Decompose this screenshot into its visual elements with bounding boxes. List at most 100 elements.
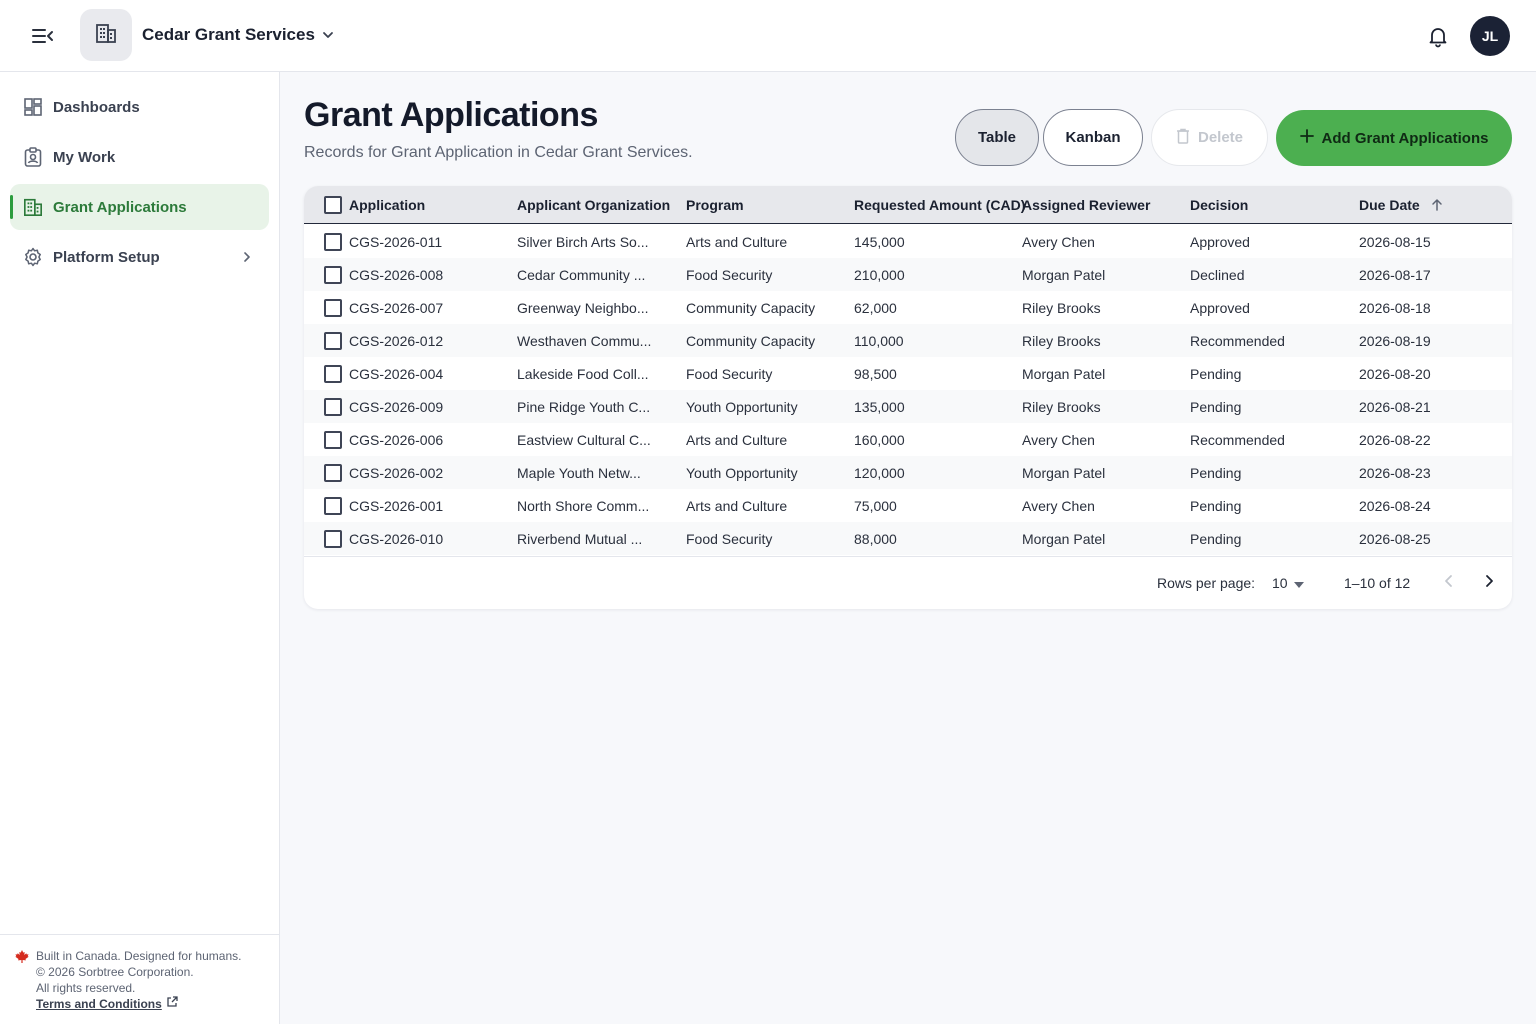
cell-organization: Westhaven Commu... [517, 333, 652, 349]
cell-reviewer: Avery Chen [1022, 234, 1095, 250]
sidebar-item-label: Grant Applications [53, 198, 187, 216]
rows-per-page-select[interactable]: 10 [1272, 575, 1304, 591]
column-header[interactable]: Program [686, 197, 744, 213]
column-header[interactable]: Due Date [1359, 197, 1420, 213]
delete-button[interactable]: Delete [1151, 109, 1268, 166]
cell-due-date: 2026-08-15 [1359, 234, 1431, 250]
delete-label: Delete [1197, 129, 1244, 146]
add-grant-application-button[interactable]: Add Grant Applications [1276, 110, 1512, 166]
table-row[interactable]: CGS-2026-004 Lakeside Food Coll... Food Se… [304, 357, 1512, 390]
cell-program: Youth Opportunity [686, 399, 798, 415]
user-avatar[interactable]: JL [1470, 16, 1510, 56]
rows-per-page-label: Rows per page: [1157, 575, 1256, 591]
sidebar-item-dashboards[interactable]: Dashboards [10, 84, 269, 130]
cell-due-date: 2026-08-23 [1359, 465, 1431, 481]
kanban-view-button[interactable]: Kanban [1043, 109, 1143, 166]
row-checkbox[interactable] [324, 365, 342, 383]
table-row[interactable]: CGS-2026-010 Riverbend Mutual ... Food Sec… [304, 522, 1512, 555]
org-logo[interactable] [80, 9, 132, 61]
sidebar-item-label: My Work [53, 148, 116, 166]
select-all-checkbox[interactable] [324, 196, 342, 214]
building-icon [95, 22, 117, 49]
cell-application: CGS-2026-002 [349, 465, 444, 481]
row-checkbox[interactable] [324, 332, 342, 350]
cell-amount: 210,000 [854, 267, 905, 283]
sidebar-footer: Built in Canada. Designed for humans. © … [0, 934, 279, 1024]
row-checkbox[interactable] [324, 530, 342, 548]
cell-amount: 75,000 [854, 498, 897, 514]
maple-leaf-icon [14, 949, 30, 965]
page-title: Grant Applications [304, 96, 598, 134]
cell-decision: Approved [1190, 234, 1250, 250]
plus-icon [1299, 129, 1314, 147]
row-checkbox[interactable] [324, 464, 342, 482]
footer-line: Built in Canada. Designed for humans. [36, 949, 242, 963]
cell-amount: 120,000 [854, 465, 905, 481]
cell-decision: Pending [1190, 465, 1242, 481]
sidebar-item-platform-setup[interactable]: Platform Setup [10, 234, 269, 280]
cell-reviewer: Morgan Patel [1022, 267, 1106, 283]
cell-application: CGS-2026-012 [349, 333, 444, 349]
menu-collapse-icon[interactable] [28, 22, 58, 50]
cell-program: Food Security [686, 366, 773, 382]
cell-decision: Pending [1190, 498, 1242, 514]
column-header[interactable]: Assigned Reviewer [1022, 197, 1150, 213]
table-row[interactable]: CGS-2026-011 Silver Birch Arts So... Arts … [304, 225, 1512, 258]
cell-reviewer: Riley Brooks [1022, 399, 1101, 415]
data-table: Application Applicant Organization Progr… [304, 186, 1512, 609]
chevron-left-icon [1442, 574, 1456, 593]
building-icon [23, 197, 43, 217]
row-checkbox[interactable] [324, 266, 342, 284]
table-row[interactable]: CGS-2026-001 North Shore Comm... Arts and … [304, 489, 1512, 522]
table-row[interactable]: CGS-2026-008 Cedar Community ... Food Secu… [304, 258, 1512, 291]
column-header[interactable]: Applicant Organization [517, 197, 670, 213]
trash-icon [1176, 128, 1190, 148]
terms-link-label: Terms and Conditions [36, 997, 162, 1011]
row-checkbox[interactable] [324, 431, 342, 449]
cell-amount: 135,000 [854, 399, 905, 415]
cell-amount: 145,000 [854, 234, 905, 250]
table-row[interactable]: CGS-2026-002 Maple Youth Netw... Youth Opp… [304, 456, 1512, 489]
column-header[interactable]: Decision [1190, 197, 1248, 213]
table-row[interactable]: CGS-2026-012 Westhaven Commu... Community … [304, 324, 1512, 357]
bell-icon[interactable] [1426, 24, 1450, 48]
sort-ascending-icon[interactable] [1430, 198, 1444, 217]
cell-application: CGS-2026-009 [349, 399, 444, 415]
table-row[interactable]: CGS-2026-009 Pine Ridge Youth C... Youth O… [304, 390, 1512, 423]
table-row[interactable]: CGS-2026-006 Eastview Cultural C... Arts a… [304, 423, 1512, 456]
row-checkbox[interactable] [324, 497, 342, 515]
external-link-icon [166, 996, 178, 1012]
chevron-right-icon [1482, 574, 1496, 593]
cell-due-date: 2026-08-18 [1359, 300, 1431, 316]
column-header[interactable]: Requested Amount (CAD) [854, 197, 1025, 213]
cell-program: Community Capacity [686, 333, 816, 349]
cell-application: CGS-2026-001 [349, 498, 444, 514]
cell-reviewer: Avery Chen [1022, 432, 1095, 448]
cell-reviewer: Riley Brooks [1022, 333, 1101, 349]
org-switcher[interactable]: Cedar Grant Services [142, 25, 315, 45]
previous-page-button[interactable] [1437, 571, 1461, 595]
chevron-right-icon[interactable] [239, 249, 255, 265]
terms-link[interactable]: Terms and Conditions [36, 996, 178, 1012]
row-checkbox[interactable] [324, 299, 342, 317]
chevron-down-icon[interactable] [320, 27, 336, 43]
cell-reviewer: Riley Brooks [1022, 300, 1101, 316]
sidebar-item-label: Platform Setup [53, 248, 160, 266]
cell-reviewer: Morgan Patel [1022, 531, 1106, 547]
column-header[interactable]: Application [349, 197, 425, 213]
sidebar-item-label: Dashboards [53, 98, 140, 116]
cell-application: CGS-2026-008 [349, 267, 444, 283]
row-checkbox[interactable] [324, 398, 342, 416]
row-checkbox[interactable] [324, 233, 342, 251]
cell-organization: Pine Ridge Youth C... [517, 399, 651, 415]
cell-due-date: 2026-08-25 [1359, 531, 1431, 547]
next-page-button[interactable] [1477, 571, 1501, 595]
cell-program: Community Capacity [686, 300, 816, 316]
badge-icon [23, 147, 43, 167]
sidebar-item-my-work[interactable]: My Work [10, 134, 269, 180]
table-view-button[interactable]: Table [955, 109, 1039, 166]
table-row[interactable]: CGS-2026-007 Greenway Neighbo... Community… [304, 291, 1512, 324]
page-subtitle: Records for Grant Application in Cedar G… [304, 144, 693, 161]
cell-program: Arts and Culture [686, 234, 788, 250]
sidebar-item-grant-applications[interactable]: Grant Applications [10, 184, 269, 230]
